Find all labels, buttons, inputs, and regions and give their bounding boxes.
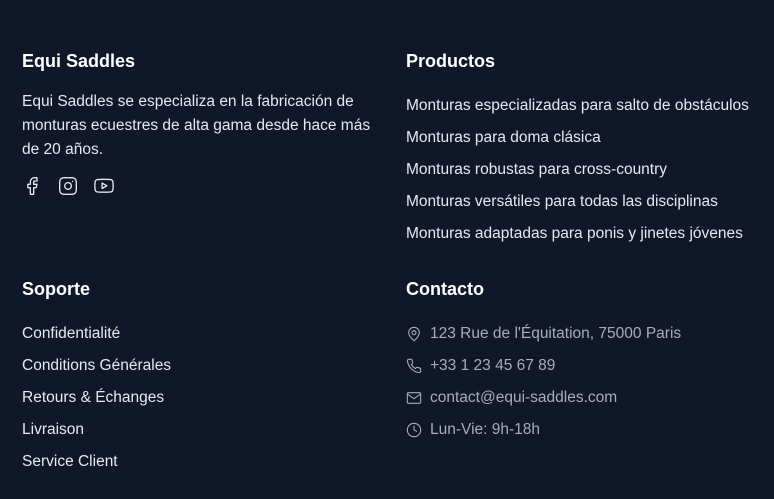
brand-title: Equi Saddles bbox=[22, 51, 136, 71]
phone-icon bbox=[406, 358, 422, 374]
products-section: Productos Monturas especializadas para s… bbox=[406, 48, 766, 250]
product-link[interactable]: Monturas para doma clásica bbox=[406, 122, 766, 154]
support-section: Soporte Confidentialité Conditions Génér… bbox=[22, 276, 382, 478]
contact-phone: +33 1 23 45 67 89 bbox=[406, 350, 766, 382]
map-pin-icon bbox=[406, 326, 422, 342]
contact-email: contact@equi-saddles.com bbox=[406, 382, 766, 414]
support-link[interactable]: Conditions Générales bbox=[22, 350, 382, 382]
address-text: 123 Rue de l'Équitation, 75000 Paris bbox=[430, 325, 682, 342]
product-link[interactable]: Monturas robustas para cross-country bbox=[406, 154, 766, 186]
instagram-icon[interactable] bbox=[58, 176, 78, 196]
product-link[interactable]: Monturas adaptadas para ponis y jinetes … bbox=[406, 218, 766, 250]
brand-description: Equi Saddles se especializa en la fabric… bbox=[22, 93, 371, 158]
contact-title: Contacto bbox=[406, 279, 484, 299]
products-list: Monturas especializadas para salto de ob… bbox=[406, 90, 766, 250]
support-link[interactable]: Confidentialité bbox=[22, 318, 382, 350]
contact-section: Contacto 123 Rue de l'Équitation, 75000 … bbox=[406, 276, 766, 446]
clock-icon bbox=[406, 422, 422, 438]
contact-list: 123 Rue de l'Équitation, 75000 Paris +33… bbox=[406, 318, 766, 446]
product-link[interactable]: Monturas versátiles para todas las disci… bbox=[406, 186, 766, 218]
youtube-icon[interactable] bbox=[94, 176, 114, 196]
products-title: Productos bbox=[406, 51, 496, 71]
product-link[interactable]: Monturas especializadas para salto de ob… bbox=[406, 90, 766, 122]
contact-address: 123 Rue de l'Équitation, 75000 Paris bbox=[406, 318, 766, 350]
mail-icon bbox=[406, 390, 422, 406]
support-link[interactable]: Livraison bbox=[22, 414, 382, 446]
support-title: Soporte bbox=[22, 279, 91, 299]
email-text[interactable]: contact@equi-saddles.com bbox=[430, 382, 617, 414]
hours-text: Lun-Vie: 9h-18h bbox=[430, 421, 541, 438]
contact-hours: Lun-Vie: 9h-18h bbox=[406, 414, 766, 446]
support-list: Confidentialité Conditions Générales Ret… bbox=[22, 318, 382, 478]
brand-section: Equi Saddles Equi Saddles se especializa… bbox=[22, 48, 382, 196]
facebook-icon[interactable] bbox=[22, 176, 42, 196]
phone-text[interactable]: +33 1 23 45 67 89 bbox=[430, 350, 555, 382]
support-link[interactable]: Service Client bbox=[22, 446, 382, 478]
support-link[interactable]: Retours & Échanges bbox=[22, 382, 382, 414]
social-links bbox=[22, 176, 382, 196]
